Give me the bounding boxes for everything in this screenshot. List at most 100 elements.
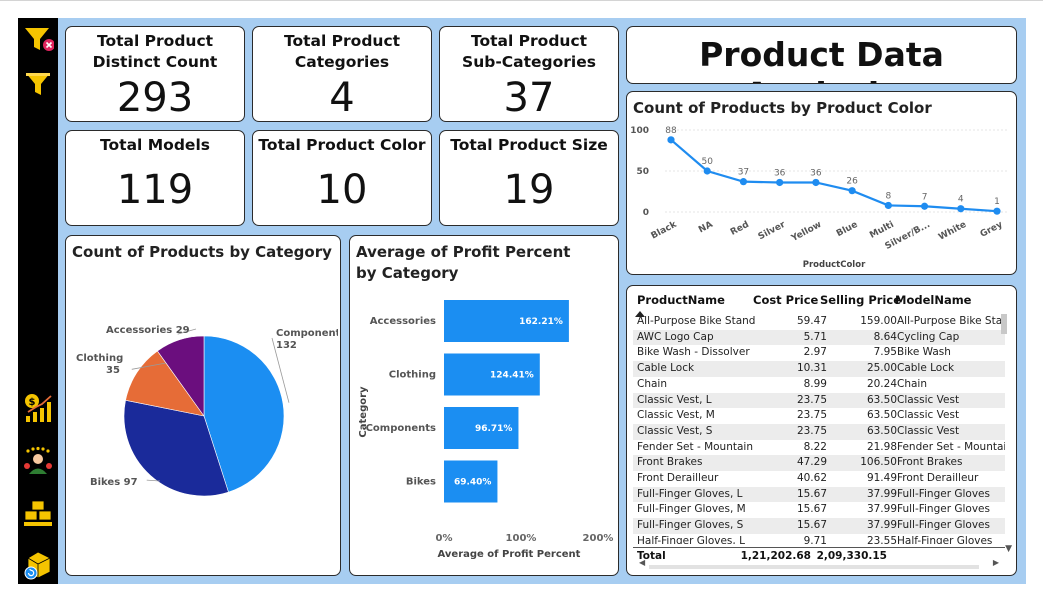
total-selling-price: 2,09,330.15 <box>816 550 887 562</box>
table-row[interactable]: Classic Vest, S 23.75 63.50 Classic Vest <box>633 423 1005 440</box>
data-point <box>884 201 892 210</box>
kpi-card-distinct-count: Total Product Distinct Count 293 <box>65 26 245 122</box>
data-point <box>776 178 784 187</box>
kpi-title: Total Product Size <box>450 136 608 154</box>
kpi-value: 119 <box>116 167 194 213</box>
cell-modelname: Full-Finger Gloves <box>897 487 990 500</box>
scroll-down-icon[interactable]: ▼ <box>1005 544 1012 554</box>
cell-modelname: Full-Finger Gloves <box>897 519 990 532</box>
profit-bar-chart-card: Average of Profit Percent by Category 16… <box>349 235 619 576</box>
data-point <box>957 205 965 213</box>
cell-sellingprice: 37.99 <box>866 519 897 532</box>
bar-data-label: 124.41% <box>490 371 534 381</box>
kpi-card-color: Total Product Color 10 <box>252 130 432 226</box>
data-point <box>667 136 675 144</box>
svg-text:$: $ <box>29 397 36 408</box>
returns-icon[interactable] <box>22 548 54 580</box>
column-header-costprice[interactable]: Cost Price <box>753 293 818 307</box>
data-point <box>739 178 748 186</box>
cell-sellingprice: 8.64 <box>873 330 897 343</box>
table-row[interactable]: Chain 8.99 20.24 Chain <box>633 377 1005 393</box>
cell-sellingprice: 7.95 <box>873 346 897 359</box>
category-tick-label: Bikes <box>406 477 436 488</box>
cell-modelname: Classic Vest <box>897 409 960 422</box>
column-header-productname[interactable]: ProductName <box>637 293 725 307</box>
cell-costprice: 23.75 <box>796 424 827 437</box>
table-row[interactable]: Fender Set - Mountain 8.22 21.98 Fender Set… <box>633 440 1005 456</box>
cell-productname: Classic Vest, M <box>637 409 715 422</box>
cell-modelname: Front Derailleur <box>897 472 979 484</box>
kpi-value: 37 <box>503 75 555 121</box>
scroll-left-icon[interactable]: ◀ <box>639 558 645 567</box>
table-row[interactable]: Bike Wash - Dissolver 2.97 7.95 Bike Wash <box>633 345 1005 361</box>
cell-productname: Half-Finger Gloves, L <box>637 534 745 544</box>
slice-category-label: Components <box>276 328 338 339</box>
cell-sellingprice: 37.99 <box>866 487 897 500</box>
cell-productname: Cable Lock <box>637 362 695 375</box>
table-row[interactable]: Full-Finger Gloves, S 15.67 37.99 Full-Fing… <box>633 518 1005 534</box>
kpi-card-sub-categories: Total Product Sub-Categories 37 <box>439 26 619 122</box>
cell-costprice: 5.71 <box>803 330 827 343</box>
y-tick-label: 0 <box>643 208 649 218</box>
table-row[interactable]: All-Purpose Bike Stand 59.47 159.00 All-Pur… <box>633 314 1005 330</box>
product-table-card: ProductName Cost Price Selling Price Mod… <box>626 285 1017 576</box>
cell-modelname: Cable Lock <box>897 362 955 375</box>
table-row[interactable]: Full-Finger Gloves, M 15.67 37.99 Full-Fing… <box>633 502 1005 518</box>
cell-sellingprice: 25.00 <box>866 362 897 375</box>
kpi-title: Total Product Color <box>258 136 426 154</box>
slice-value-label: 35 <box>106 365 120 376</box>
customers-icon[interactable] <box>22 446 54 478</box>
cell-sellingprice: 21.98 <box>866 440 897 453</box>
data-point <box>812 178 820 187</box>
y-axis-title: Category <box>358 386 369 438</box>
total-cost-price: 1,21,202.68 <box>740 550 811 562</box>
cell-productname: Full-Finger Gloves, S <box>637 519 744 532</box>
column-header-modelname[interactable]: ModelName <box>895 293 972 307</box>
data-label: 88 <box>665 126 677 136</box>
data-point <box>993 207 1001 215</box>
main-canvas: Total Product Distinct Count 293 Total P… <box>58 18 1026 584</box>
data-point <box>920 202 929 210</box>
chart-title: Average of Profit Percent by Category <box>356 243 571 282</box>
filter-icon[interactable] <box>22 68 54 100</box>
table-row[interactable]: Classic Vest, M 23.75 63.50 Classic Vest <box>633 408 1005 424</box>
category-tick-label: Clothing <box>389 370 436 381</box>
category-tick-label: Accessories <box>370 316 436 327</box>
cell-productname: Classic Vest, S <box>637 424 713 437</box>
filter-clear-icon[interactable] <box>22 24 54 56</box>
table-row[interactable]: Full-Finger Gloves, L 15.67 37.99 Full-Fing… <box>633 486 1005 503</box>
table-row[interactable]: AWC Logo Cap 5.71 8.64 Cycling Cap <box>633 329 1005 346</box>
cell-modelname: Classic Vest <box>897 393 960 406</box>
scroll-right-icon[interactable]: ▶ <box>993 558 999 567</box>
bar-data-label: 96.71% <box>475 424 512 434</box>
cell-productname: Chain <box>637 377 667 390</box>
top-border <box>0 0 1043 1</box>
kpi-card-categories: Total Product Categories 4 <box>252 26 432 122</box>
kpi-title: Total Product Categories <box>283 32 401 71</box>
x-tick-label: Black <box>650 219 680 241</box>
cell-modelname: Bike Wash <box>897 346 951 359</box>
column-header-sellingprice[interactable]: Selling Price <box>820 293 901 307</box>
table-row[interactable]: Half-Finger Gloves, L 9.71 23.55 Half-Finge… <box>633 534 1005 544</box>
table-row[interactable]: Front Brakes 47.29 106.50 Front Brakes <box>633 455 1005 471</box>
x-tick-label: Grey <box>979 220 1005 240</box>
series-line <box>670 139 998 213</box>
table-row[interactable]: Front Derailleur 40.62 91.49 Front Deraille… <box>633 471 1005 487</box>
scrollbar-track[interactable] <box>649 565 979 569</box>
table-scrollbar[interactable] <box>1001 314 1007 544</box>
kpi-value: 19 <box>503 167 555 213</box>
cell-costprice: 15.67 <box>796 503 827 516</box>
kpi-title: Total Product Distinct Count <box>92 32 218 71</box>
sales-growth-icon[interactable]: $ <box>22 392 54 424</box>
cell-sellingprice: 20.24 <box>866 377 897 390</box>
products-icon[interactable] <box>22 498 54 530</box>
table-row[interactable]: Classic Vest, L 23.75 63.50 Classic Vest <box>633 392 1005 409</box>
cell-productname: Classic Vest, L <box>637 393 712 406</box>
horizontal-scrollbar[interactable]: ◀ ▶ <box>639 558 999 570</box>
y-tick-label: 100 <box>630 126 649 136</box>
table-row[interactable]: Cable Lock 10.31 25.00 Cable Lock <box>633 361 1005 377</box>
data-label: 36 <box>774 168 786 178</box>
scrollbar-thumb[interactable] <box>1001 314 1007 334</box>
cell-modelname: Front Brakes <box>897 456 963 469</box>
cell-modelname: Full-Finger Gloves <box>897 503 990 516</box>
